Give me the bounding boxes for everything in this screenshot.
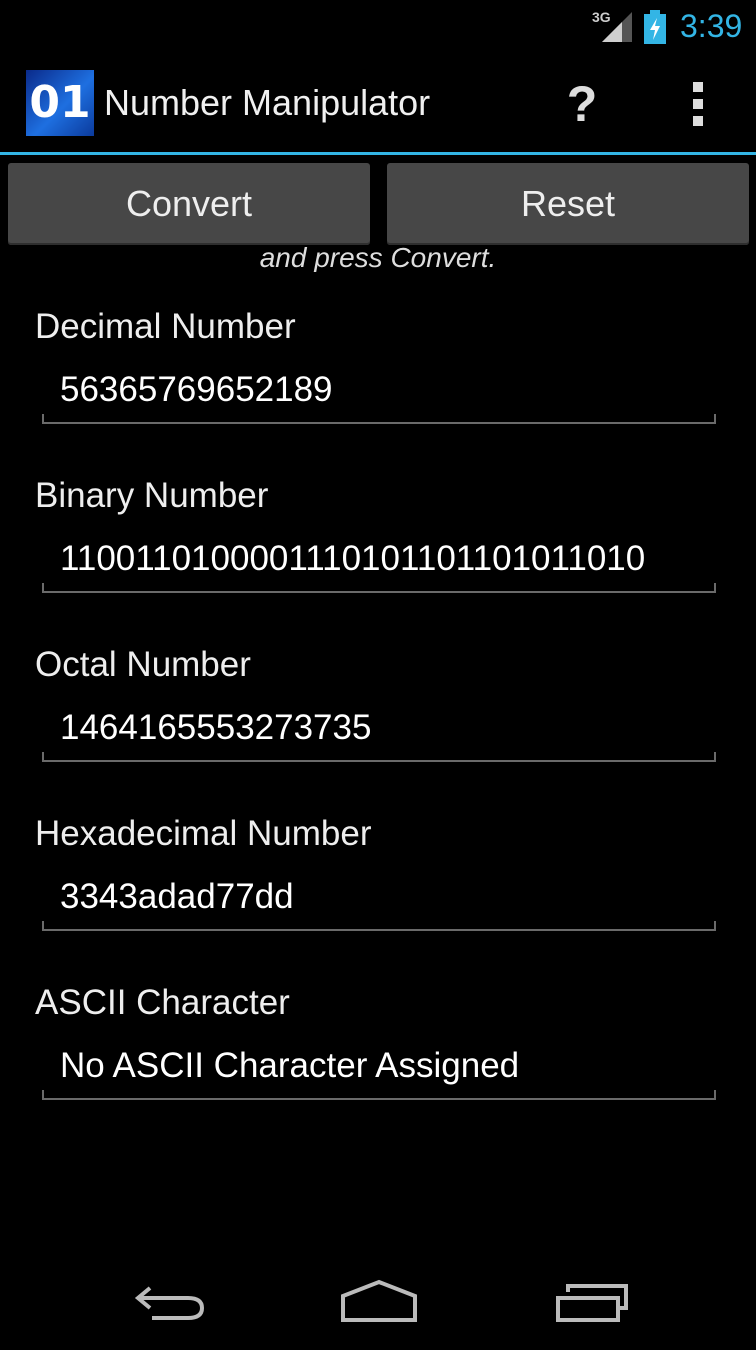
ascii-value: No ASCII Character Assigned: [60, 1046, 520, 1085]
overflow-menu-button[interactable]: [676, 78, 720, 130]
reset-button[interactable]: Reset: [387, 163, 749, 245]
hexadecimal-input[interactable]: 3343adad77dd: [42, 873, 716, 931]
decimal-label: Decimal Number: [35, 307, 296, 346]
decimal-input[interactable]: 56365769652189: [42, 366, 716, 424]
app-logo: 01: [26, 70, 94, 136]
hexadecimal-value: 3343adad77dd: [60, 877, 294, 916]
navigation-bar: [0, 1260, 756, 1350]
ascii-input[interactable]: No ASCII Character Assigned: [42, 1042, 716, 1100]
octal-input[interactable]: 1464165553273735: [42, 704, 716, 762]
convert-button[interactable]: Convert: [8, 163, 370, 245]
help-icon: ?: [566, 76, 598, 132]
app-title: Number Manipulator: [104, 82, 431, 123]
binary-label: Binary Number: [35, 476, 269, 515]
octal-label: Octal Number: [35, 645, 251, 684]
recent-apps-icon: [556, 1284, 628, 1322]
binary-input[interactable]: 1100110100001110101101101011010: [42, 535, 716, 593]
ascii-label: ASCII Character: [35, 983, 290, 1022]
signal-icon: [602, 12, 632, 42]
clock: 3:39: [680, 8, 743, 44]
action-bar: 01 Number Manipulator ?: [0, 52, 756, 155]
battery-charging-icon: [644, 10, 666, 44]
hexadecimal-label: Hexadecimal Number: [35, 814, 372, 853]
binary-value: 1100110100001110101101101011010: [60, 539, 646, 578]
octal-value: 1464165553273735: [60, 708, 372, 747]
home-icon: [341, 1279, 417, 1322]
decimal-value: 56365769652189: [60, 370, 333, 409]
back-icon: [134, 1286, 205, 1320]
status-bar: 3G 3:39: [0, 0, 756, 52]
help-button[interactable]: ?: [560, 74, 604, 134]
instruction-text: and press Convert.: [259, 242, 497, 272]
